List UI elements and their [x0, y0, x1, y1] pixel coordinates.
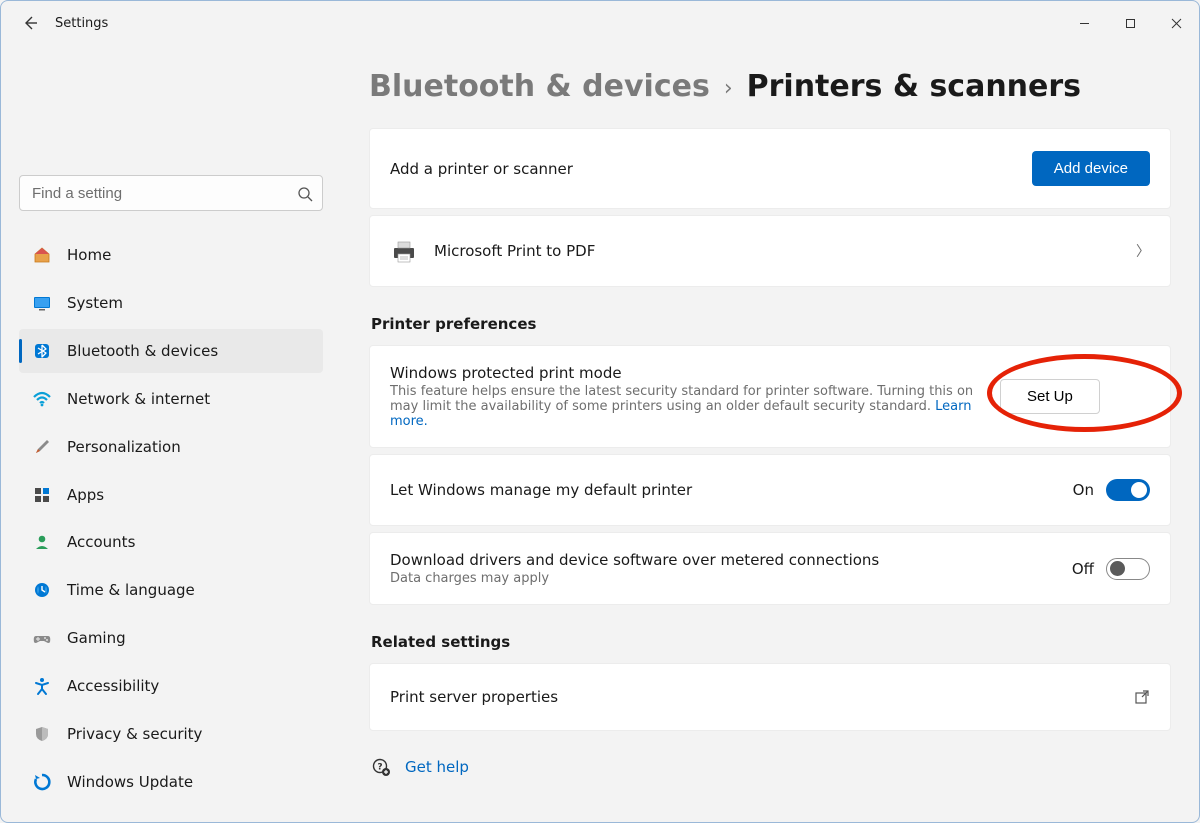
- print-server-label: Print server properties: [390, 688, 1134, 706]
- window-controls: [1061, 1, 1199, 45]
- breadcrumb-parent[interactable]: Bluetooth & devices: [369, 69, 710, 104]
- metered-toggle[interactable]: [1106, 558, 1150, 580]
- sidebar-item-apps[interactable]: Apps: [19, 473, 323, 517]
- title-bar: Settings: [1, 1, 1199, 45]
- breadcrumb: Bluetooth & devices › Printers & scanner…: [369, 45, 1171, 128]
- get-help-link[interactable]: Get help: [405, 758, 469, 776]
- main-content: Bluetooth & devices › Printers & scanner…: [341, 45, 1199, 822]
- sidebar-item-update[interactable]: Windows Update: [19, 760, 323, 804]
- sidebar-item-label: Windows Update: [67, 773, 193, 791]
- update-icon: [31, 771, 53, 793]
- sidebar-item-privacy[interactable]: Privacy & security: [19, 712, 323, 756]
- home-icon: [31, 244, 53, 266]
- search-icon: [297, 186, 313, 202]
- toggle-state-label: Off: [1072, 560, 1094, 578]
- protected-print-row: Windows protected print mode This featur…: [369, 345, 1171, 448]
- chevron-right-icon: 〉: [1136, 241, 1150, 261]
- sidebar-item-network[interactable]: Network & internet: [19, 377, 323, 421]
- sidebar-item-personalization[interactable]: Personalization: [19, 425, 323, 469]
- search-input[interactable]: [19, 175, 323, 211]
- sidebar-item-home[interactable]: Home: [19, 233, 323, 277]
- protected-print-desc: This feature helps ensure the latest sec…: [390, 384, 1000, 429]
- help-icon: ?: [371, 757, 391, 777]
- system-icon: [31, 292, 53, 314]
- gaming-icon: [31, 627, 53, 649]
- maximize-button[interactable]: [1107, 3, 1153, 43]
- sidebar-item-label: Apps: [67, 486, 104, 504]
- protected-print-title: Windows protected print mode: [390, 364, 1000, 382]
- manage-default-toggle[interactable]: [1106, 479, 1150, 501]
- sidebar-item-label: Privacy & security: [67, 725, 202, 743]
- print-server-row[interactable]: Print server properties: [369, 663, 1171, 731]
- printer-name: Microsoft Print to PDF: [434, 242, 1126, 260]
- sidebar-item-label: System: [67, 294, 123, 312]
- sidebar-item-label: Bluetooth & devices: [67, 342, 218, 360]
- sidebar-item-label: Accessibility: [67, 677, 159, 695]
- accessibility-icon: [31, 675, 53, 697]
- sidebar-item-system[interactable]: System: [19, 281, 323, 325]
- sidebar-item-gaming[interactable]: Gaming: [19, 616, 323, 660]
- settings-window: Settings Home System Bluetooth & devices: [0, 0, 1200, 823]
- sidebar-item-label: Personalization: [67, 438, 181, 456]
- printer-icon: [390, 240, 418, 262]
- add-device-button[interactable]: Add device: [1032, 151, 1150, 186]
- open-external-icon: [1134, 689, 1150, 705]
- bluetooth-icon: [31, 340, 53, 362]
- metered-title: Download drivers and device software ove…: [390, 551, 1072, 569]
- metered-row: Download drivers and device software ove…: [369, 532, 1171, 605]
- add-device-row: Add a printer or scanner Add device: [369, 128, 1171, 209]
- accounts-icon: [31, 531, 53, 553]
- close-button[interactable]: [1153, 3, 1199, 43]
- sidebar-item-time[interactable]: Time & language: [19, 568, 323, 612]
- metered-subtitle: Data charges may apply: [390, 571, 1072, 586]
- manage-default-title: Let Windows manage my default printer: [390, 481, 1073, 499]
- sidebar-item-label: Time & language: [67, 581, 195, 599]
- sidebar: Home System Bluetooth & devices Network …: [1, 45, 341, 822]
- preferences-header: Printer preferences: [371, 315, 1171, 333]
- manage-default-row: Let Windows manage my default printer On: [369, 454, 1171, 526]
- time-icon: [31, 579, 53, 601]
- window-title: Settings: [55, 16, 108, 31]
- sidebar-item-label: Home: [67, 246, 111, 264]
- printer-row[interactable]: Microsoft Print to PDF 〉: [369, 215, 1171, 287]
- privacy-icon: [31, 723, 53, 745]
- svg-text:?: ?: [377, 763, 382, 773]
- help-row: ? Get help: [369, 737, 1171, 797]
- breadcrumb-current: Printers & scanners: [747, 69, 1081, 104]
- wifi-icon: [31, 388, 53, 410]
- sidebar-item-accessibility[interactable]: Accessibility: [19, 664, 323, 708]
- sidebar-item-bluetooth[interactable]: Bluetooth & devices: [19, 329, 323, 373]
- related-header: Related settings: [371, 633, 1171, 651]
- chevron-right-icon: ›: [724, 72, 733, 101]
- add-device-label: Add a printer or scanner: [390, 160, 1032, 178]
- back-button[interactable]: [21, 14, 39, 32]
- brush-icon: [31, 436, 53, 458]
- set-up-button[interactable]: Set Up: [1000, 379, 1100, 414]
- sidebar-item-label: Accounts: [67, 533, 135, 551]
- minimize-button[interactable]: [1061, 3, 1107, 43]
- toggle-state-label: On: [1073, 481, 1094, 499]
- apps-icon: [31, 484, 53, 506]
- sidebar-item-accounts[interactable]: Accounts: [19, 521, 323, 565]
- sidebar-item-label: Gaming: [67, 629, 126, 647]
- sidebar-item-label: Network & internet: [67, 390, 210, 408]
